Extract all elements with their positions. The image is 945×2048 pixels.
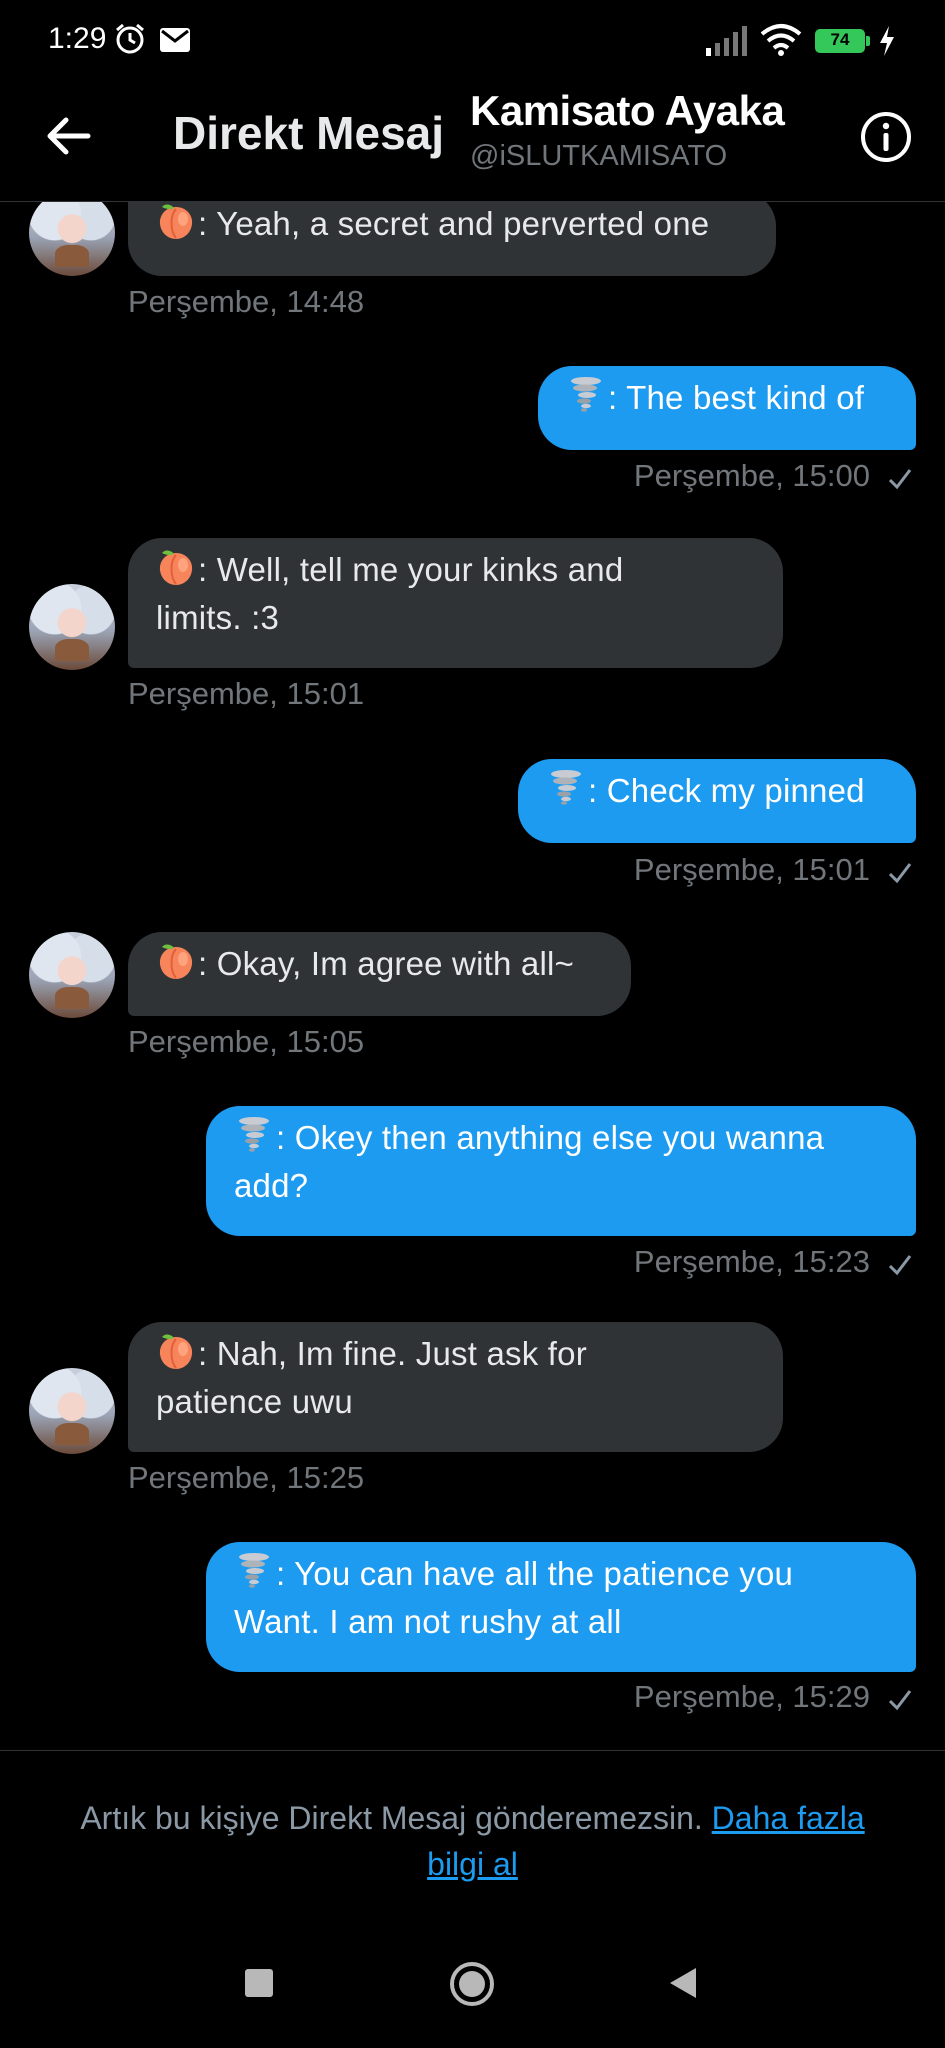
peach-icon [156, 941, 196, 981]
mail-icon [160, 28, 190, 52]
message-text: : Check my pinned [588, 772, 865, 809]
sent-check-icon [888, 1690, 912, 1711]
message-bubble-outgoing[interactable]: : Okey then anything else you wanna add? [206, 1106, 916, 1236]
message-bubble-outgoing[interactable]: : The best kind of [538, 366, 916, 450]
divider [0, 1750, 945, 1751]
battery-icon: 74 [815, 29, 865, 53]
back-arrow-icon[interactable] [42, 110, 94, 162]
message-text: : Nah, Im fine. Just ask for [198, 1335, 587, 1372]
peach-icon [156, 1331, 196, 1371]
message-text-continued: limits. :3 [156, 599, 280, 636]
avatar[interactable] [29, 932, 115, 1018]
message-bubble-incoming[interactable]: : Well, tell me your kinks and limits. :… [128, 538, 783, 668]
learn-more-link-line1[interactable]: Daha fazla [712, 1800, 865, 1836]
message-timestamp: Perşembe, 15:23 [633, 1244, 870, 1279]
charging-icon [880, 26, 894, 56]
header: Direkt Mesaj Kamisato Ayaka @iSLUTKAMISA… [0, 84, 945, 202]
message-bubble-outgoing[interactable]: : You can have all the patience you Want… [206, 1542, 916, 1672]
tornado-icon [234, 1551, 274, 1591]
message-timestamp: Perşembe, 15:25 [128, 1460, 365, 1495]
navigation-bar [0, 1940, 945, 2048]
learn-more-link-line2[interactable]: bilgi al [427, 1846, 518, 1882]
message-timestamp: Perşembe, 14:48 [128, 284, 365, 319]
message-timestamp: Perşembe, 15:00 [633, 458, 870, 493]
notice-text: Artık bu kişiye Direkt Mesaj gönderemezs… [80, 1800, 703, 1836]
message-bubble-incoming[interactable]: : Nah, Im fine. Just ask for patience uw… [128, 1322, 783, 1452]
tornado-icon [546, 768, 586, 808]
battery-cap [866, 36, 870, 46]
wifi-icon [760, 24, 802, 56]
recent-apps-icon[interactable] [244, 1968, 274, 1998]
info-icon[interactable] [860, 111, 912, 163]
message-timestamp: Perşembe, 15:29 [633, 1679, 870, 1714]
avatar[interactable] [29, 584, 115, 670]
dm-disabled-notice: Artık bu kişiye Direkt Mesaj gönderemezs… [40, 1795, 905, 1887]
contact-handle[interactable]: @iSLUTKAMISATO [470, 140, 727, 173]
home-icon[interactable] [448, 1960, 496, 2008]
tornado-icon [234, 1115, 274, 1155]
sent-check-icon [888, 1255, 912, 1276]
message-bubble-outgoing[interactable]: : Check my pinned [518, 759, 916, 843]
message-text: : Yeah, a secret and perverted one [198, 205, 710, 242]
avatar[interactable] [29, 202, 115, 276]
status-time: 1:29 [48, 22, 107, 55]
back-nav-icon[interactable] [668, 1966, 698, 2000]
conversation[interactable]: : Yeah, a secret and perverted one Perşe… [0, 202, 945, 1750]
status-bar: 1:29 74 [0, 0, 945, 84]
message-text: : You can have all the patience you [276, 1555, 794, 1592]
sent-check-icon [888, 863, 912, 884]
peach-icon [156, 202, 196, 241]
message-text: : Okey then anything else you wanna [276, 1119, 825, 1156]
contact-name[interactable]: Kamisato Ayaka [470, 87, 785, 135]
signal-icon [706, 26, 747, 56]
message-timestamp: Perşembe, 15:01 [633, 852, 870, 887]
page-title: Direkt Mesaj [173, 107, 445, 159]
message-timestamp: Perşembe, 15:05 [128, 1024, 365, 1059]
message-text-continued: Want. I am not rushy at all [234, 1603, 622, 1640]
message-bubble-incoming[interactable]: : Yeah, a secret and perverted one [128, 202, 776, 276]
message-text-continued: add? [234, 1167, 309, 1204]
avatar[interactable] [29, 1368, 115, 1454]
tornado-icon [566, 375, 606, 415]
peach-icon [156, 547, 196, 587]
message-bubble-incoming[interactable]: : Okay, Im agree with all~ [128, 932, 631, 1016]
alarm-icon [116, 23, 144, 54]
message-text-continued: patience uwu [156, 1383, 353, 1420]
sent-check-icon [888, 469, 912, 490]
message-timestamp: Perşembe, 15:01 [128, 676, 365, 711]
message-text: : The best kind of [608, 379, 865, 416]
message-text: : Well, tell me your kinks and [198, 551, 624, 588]
message-text: : Okay, Im agree with all~ [198, 945, 574, 982]
battery-level: 74 [830, 30, 850, 49]
